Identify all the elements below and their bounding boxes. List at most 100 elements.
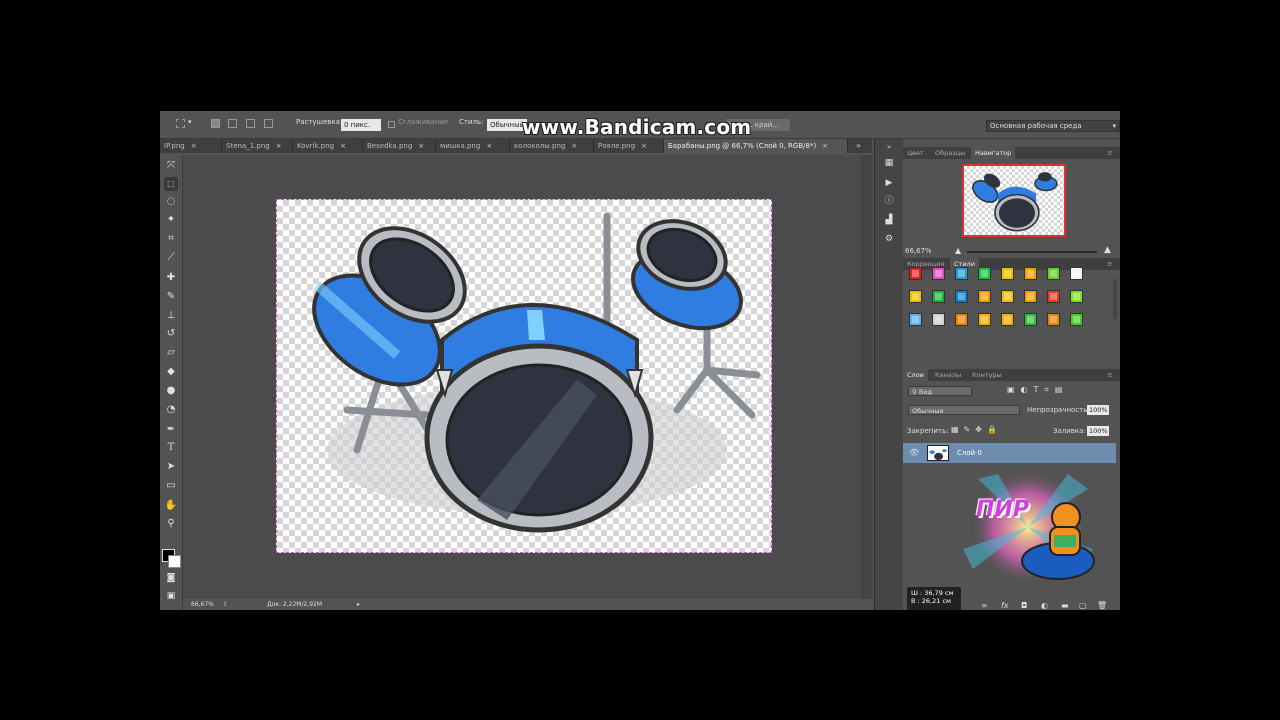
tab-swatches[interactable]: Образцы [931, 147, 969, 159]
style-swatch[interactable] [978, 267, 991, 280]
close-icon[interactable]: × [641, 142, 647, 150]
magic-wand-icon[interactable]: ✦ [164, 213, 178, 227]
tab-channels[interactable]: Каналы [931, 369, 965, 381]
style-swatch[interactable] [978, 290, 991, 303]
tab-color[interactable]: Цвет [903, 147, 928, 159]
style-swatch[interactable] [955, 267, 968, 280]
layer-name[interactable]: Слой 0 [957, 449, 982, 457]
eye-visibility-icon[interactable]: 👁 [909, 448, 919, 457]
tab-navigator[interactable]: Навигатор [971, 147, 1016, 159]
zoom-readout[interactable]: 66,67% [191, 601, 214, 608]
style-swatch[interactable] [1024, 267, 1037, 280]
tab-ip[interactable]: IP.png × [160, 139, 222, 153]
lock-icons[interactable]: ▦✎✥🔒 [951, 425, 1002, 434]
vertical-scrollbar[interactable] [861, 155, 873, 599]
rectangular-marquee-icon[interactable]: ⬚ [164, 177, 178, 191]
dodge-tool-icon[interactable]: ◔ [164, 403, 178, 417]
close-icon[interactable]: × [340, 142, 346, 150]
eyedropper-icon[interactable]: ⟋ [164, 251, 178, 265]
close-icon[interactable]: × [276, 142, 282, 150]
tab-mishka[interactable]: мишка.png × [436, 139, 510, 153]
tab-besedka[interactable]: Besedka.png × [363, 139, 436, 153]
info-panel-icon[interactable]: ⓘ [883, 195, 895, 207]
healing-brush-icon[interactable]: ✚ [164, 271, 178, 285]
style-swatch[interactable] [1001, 267, 1014, 280]
canvas-selection[interactable] [276, 199, 772, 553]
style-swatch[interactable] [955, 313, 968, 326]
status-menu-arrow-icon[interactable]: ▸ [357, 601, 360, 608]
navigator-zoom-value[interactable]: 66,67% [905, 247, 932, 255]
history-brush-icon[interactable]: ↺ [164, 327, 178, 341]
zoom-out-icon[interactable]: ▲ [955, 246, 961, 255]
style-select[interactable]: Обычный [487, 119, 527, 131]
tab-paths[interactable]: Контуры [968, 369, 1006, 381]
intersect-selection-icon[interactable] [264, 119, 273, 128]
panel-menu-icon[interactable]: ≡ [1103, 147, 1116, 159]
close-icon[interactable]: × [191, 142, 197, 150]
close-icon[interactable]: × [822, 142, 828, 150]
eraser-tool-icon[interactable]: ▱ [164, 346, 178, 360]
lasso-tool-icon[interactable]: ◌ [164, 195, 178, 209]
close-icon[interactable]: × [486, 142, 492, 150]
style-swatch[interactable] [1001, 313, 1014, 326]
delete-layer-icon[interactable]: 🗑 [1097, 601, 1107, 610]
type-tool-icon[interactable]: T [164, 441, 178, 455]
crop-tool-icon[interactable]: ⌗ [164, 232, 178, 246]
blur-tool-icon[interactable]: ● [164, 384, 178, 398]
tab-royale[interactable]: Рояле.png × [594, 139, 664, 153]
style-swatch[interactable] [1070, 290, 1083, 303]
zoom-tool-icon[interactable]: ⚲ [164, 517, 178, 531]
subtract-selection-icon[interactable] [246, 119, 255, 128]
paint-bucket-icon[interactable]: ◆ [164, 365, 178, 379]
navigator-thumbnail[interactable] [962, 164, 1066, 237]
style-swatch[interactable] [1070, 313, 1083, 326]
style-swatch[interactable] [932, 267, 945, 280]
dock-collapse-icon[interactable]: » [883, 141, 895, 153]
tab-barabany[interactable]: Барабаны.png @ 66,7% (Слой 0, RGB/8*) × [664, 139, 848, 153]
navigator-zoom-slider[interactable] [967, 251, 1097, 253]
history-panel-icon[interactable]: ▦ [883, 157, 895, 169]
style-swatch[interactable] [1024, 313, 1037, 326]
marquee-tool-icon[interactable] [176, 119, 185, 128]
tab-kolokoly[interactable]: колоколы.png × [510, 139, 594, 153]
export-icon[interactable]: ⇪ [223, 601, 228, 608]
style-swatch[interactable] [978, 313, 991, 326]
style-swatch[interactable] [1024, 290, 1037, 303]
tab-layers[interactable]: Слои [903, 369, 928, 381]
close-icon[interactable]: × [571, 142, 577, 150]
tabs-overflow-icon[interactable]: » [856, 141, 861, 150]
chevron-down-icon[interactable]: ▾ [188, 118, 192, 126]
style-swatch[interactable] [909, 267, 922, 280]
styles-scrollbar[interactable] [1113, 279, 1117, 319]
style-swatch[interactable] [1047, 290, 1060, 303]
layer-mask-icon[interactable]: ◘ [1021, 601, 1027, 610]
style-swatch[interactable] [932, 290, 945, 303]
path-selection-icon[interactable]: ➤ [164, 460, 178, 474]
new-layer-icon[interactable]: ▢ [1079, 601, 1087, 610]
feather-input[interactable]: 0 пикс. [341, 119, 381, 131]
style-swatch[interactable] [1047, 267, 1060, 280]
adjustment-layer-icon[interactable]: ◐ [1041, 601, 1048, 610]
link-layers-icon[interactable]: ∞ [981, 601, 988, 610]
rectangle-tool-icon[interactable]: ▭ [164, 479, 178, 493]
layer-filter-select[interactable]: ⚲ Вид [908, 386, 972, 396]
quick-mask-icon[interactable]: ◙ [164, 571, 178, 585]
style-swatch[interactable] [909, 290, 922, 303]
workspace-select[interactable]: Основная рабочая среда ▾ [986, 120, 1120, 132]
new-group-icon[interactable]: ▬ [1061, 601, 1069, 610]
blend-mode-select[interactable]: Обычные [908, 405, 1020, 415]
zoom-in-icon[interactable]: ▲ [1104, 245, 1111, 255]
panel-menu-icon[interactable]: ≡ [1103, 258, 1116, 270]
layer-style-icon[interactable]: fx [1001, 601, 1009, 610]
brush-tool-icon[interactable]: ✎ [164, 290, 178, 304]
style-swatch[interactable] [1070, 267, 1083, 280]
antialias-checkbox[interactable] [388, 121, 395, 128]
style-swatch[interactable] [909, 313, 922, 326]
tab-stena[interactable]: Stena_1.png × [222, 139, 293, 153]
document-area[interactable] [183, 155, 873, 599]
layer-row-selected[interactable]: 👁 Слой 0 [903, 443, 1116, 463]
opacity-input[interactable]: 100% [1087, 405, 1109, 415]
panel-menu-icon[interactable]: ≡ [1103, 369, 1116, 381]
style-swatch[interactable] [1001, 290, 1014, 303]
tab-kovrik[interactable]: Kovrik.png × [293, 139, 363, 153]
